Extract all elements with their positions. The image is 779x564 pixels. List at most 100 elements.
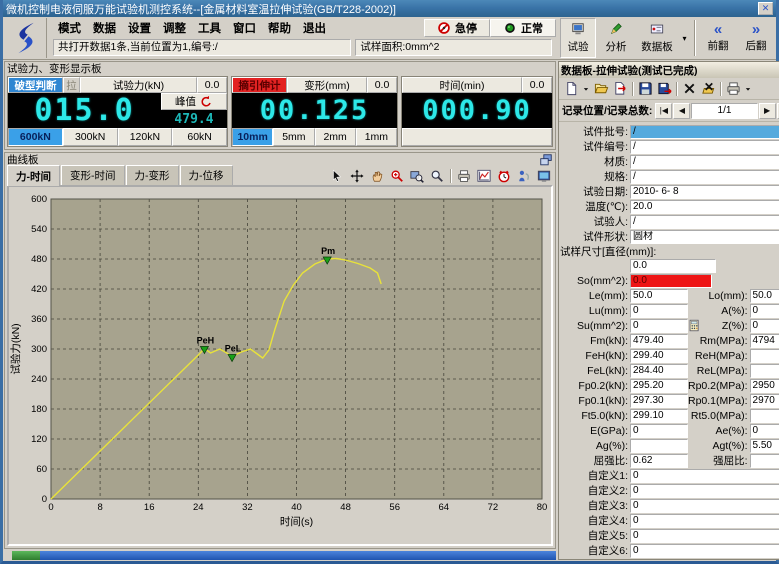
field-input-fel[interactable]: 284.40 <box>630 364 688 378</box>
field-input-custom3[interactable]: 0 <box>630 499 779 513</box>
menu-item-2[interactable]: 设置 <box>123 18 156 38</box>
zoom-in-tool-icon[interactable] <box>388 167 406 184</box>
databoard-view-button[interactable]: 数据板 <box>636 18 678 58</box>
emergency-stop-button[interactable]: 急停 <box>424 19 490 37</box>
print-icon[interactable] <box>724 80 742 98</box>
field-input-tester[interactable]: / <box>630 215 779 229</box>
graph-tool-icon[interactable] <box>475 167 493 184</box>
field-input-su[interactable]: 0 <box>630 319 688 333</box>
peak-reset-icon[interactable] <box>199 95 213 109</box>
field-input-feh[interactable]: 299.40 <box>630 349 688 363</box>
field-input-rm[interactable]: 4794 <box>750 334 779 348</box>
monitor-tool-icon[interactable] <box>535 167 553 184</box>
field-input-rt50[interactable] <box>750 409 779 423</box>
field-input-a[interactable]: 0 <box>750 304 779 318</box>
save-as-icon[interactable] <box>655 80 673 98</box>
menu-item-5[interactable]: 窗口 <box>228 18 261 38</box>
field-input-fp02[interactable]: 295.20 <box>630 379 688 393</box>
menu-item-4[interactable]: 工具 <box>193 18 226 38</box>
menu-item-6[interactable]: 帮助 <box>263 18 296 38</box>
field-input-ft50[interactable]: 299.10 <box>630 409 688 423</box>
hand-tool-icon[interactable] <box>368 167 386 184</box>
test-view-button[interactable]: 试验 <box>560 18 596 58</box>
tab-force-deform[interactable]: 力-变形 <box>126 165 179 185</box>
field-input-so[interactable]: 0.0 <box>630 274 712 288</box>
zoom-out-tool-icon[interactable] <box>428 167 446 184</box>
record-prev-button[interactable]: ◀ <box>673 103 690 119</box>
analysis-view-button[interactable]: 分析 <box>598 18 634 58</box>
field-input-batch-no[interactable]: / <box>630 125 779 139</box>
field-input-specimen-shape[interactable]: 圆材▼ <box>630 230 779 244</box>
field-input-rp01[interactable]: 2970 <box>750 394 779 408</box>
field-input-spec[interactable]: / <box>630 170 779 184</box>
page-prev-button[interactable]: « 前翻 <box>700 18 736 58</box>
tab-force-time[interactable]: 力-时间 <box>7 165 60 186</box>
cursor-tool-icon[interactable] <box>328 167 346 184</box>
field-input-custom1[interactable]: 0 <box>630 469 779 483</box>
field-input-size[interactable]: 0.0 <box>630 259 716 273</box>
export-icon[interactable] <box>611 80 629 98</box>
menu-item-0[interactable]: 模式 <box>53 18 86 38</box>
field-input-temperature[interactable]: 20.0 <box>630 200 779 214</box>
calculator-icon[interactable] <box>688 318 706 333</box>
break-judge-button[interactable]: 破型判断 <box>8 77 63 93</box>
open-icon[interactable] <box>592 80 610 98</box>
alarm-tool-icon[interactable] <box>495 167 513 184</box>
tab-force-displacement[interactable]: 力-位移 <box>180 165 233 185</box>
pull-mode-button[interactable]: 拉 <box>63 77 80 93</box>
menu-item-1[interactable]: 数据 <box>88 18 121 38</box>
record-next-button[interactable]: ▶ <box>759 103 776 119</box>
field-input-yield-ratio[interactable]: 0.62 <box>630 454 688 468</box>
deform-range-5mm[interactable]: 5mm <box>273 128 314 146</box>
field-input-custom2[interactable]: 0 <box>630 484 779 498</box>
field-input-e[interactable]: 0 <box>630 424 688 438</box>
force-range-300kN[interactable]: 300kN <box>63 128 118 146</box>
deform-range-2mm[interactable]: 2mm <box>315 128 356 146</box>
field-input-rp02[interactable]: 2950 <box>750 379 779 393</box>
field-input-rel[interactable] <box>750 364 779 378</box>
inspect-tool-icon[interactable] <box>515 167 533 184</box>
force-range-120kN[interactable]: 120kN <box>118 128 173 146</box>
field-input-tensile-yield-ratio[interactable] <box>750 454 779 468</box>
restore-window-icon[interactable] <box>539 153 553 167</box>
field-input-specimen-no[interactable]: / <box>630 140 779 154</box>
menu-item-3[interactable]: 调整 <box>158 18 191 38</box>
record-first-button[interactable]: |◀ <box>655 103 672 119</box>
field-input-reh[interactable] <box>750 349 779 363</box>
field-input-agt[interactable]: 5.50 <box>750 439 779 453</box>
close-icon[interactable]: ✕ <box>758 2 773 15</box>
field-input-test-date[interactable]: 2010- 6- 8▼ <box>630 185 779 199</box>
field-input-material[interactable]: / <box>630 155 779 169</box>
field-input-z[interactable]: 0 <box>750 319 779 333</box>
delete-icon[interactable] <box>680 80 698 98</box>
field-input-ae[interactable]: 0 <box>750 424 779 438</box>
deform-range-10mm[interactable]: 10mm <box>232 128 273 146</box>
page-next-button[interactable]: » 后翻 <box>738 18 774 58</box>
deform-range-1mm[interactable]: 1mm <box>356 128 397 146</box>
zoom-window-tool-icon[interactable] <box>408 167 426 184</box>
extensometer-button[interactable]: 摘引伸计 <box>232 77 287 93</box>
new-caret-icon[interactable] <box>581 80 591 98</box>
field-input-lu[interactable]: 0 <box>630 304 688 318</box>
menu-item-7[interactable]: 退出 <box>298 18 331 38</box>
delete-all-icon[interactable] <box>699 80 717 98</box>
move-tool-icon[interactable] <box>348 167 366 184</box>
print-caret-icon[interactable] <box>743 80 753 98</box>
field-input-custom4[interactable]: 0 <box>630 514 779 528</box>
tab-deform-time[interactable]: 变形-时间 <box>61 165 125 185</box>
save-icon[interactable] <box>636 80 654 98</box>
print-tool-icon[interactable] <box>455 167 473 184</box>
force-range-60kN[interactable]: 60kN <box>172 128 227 146</box>
field-input-custom5[interactable]: 0 <box>630 529 779 543</box>
field-input-ag[interactable] <box>630 439 688 453</box>
field-input-fm[interactable]: 479.40 <box>630 334 688 348</box>
new-icon[interactable] <box>562 80 580 98</box>
field-input-lo[interactable]: 50.0 <box>750 289 779 303</box>
normal-status-button[interactable]: 正常 <box>490 19 556 37</box>
databoard-dropdown-icon[interactable]: ▾ <box>680 18 689 58</box>
chart-area[interactable]: 0816243240485664728006012018024030036042… <box>7 185 553 546</box>
force-range-600kN[interactable]: 600kN <box>8 128 63 146</box>
field-input-le[interactable]: 50.0 <box>630 289 688 303</box>
field-input-fp01[interactable]: 297.30 <box>630 394 688 408</box>
field-input-custom6[interactable]: 0 <box>630 544 779 558</box>
